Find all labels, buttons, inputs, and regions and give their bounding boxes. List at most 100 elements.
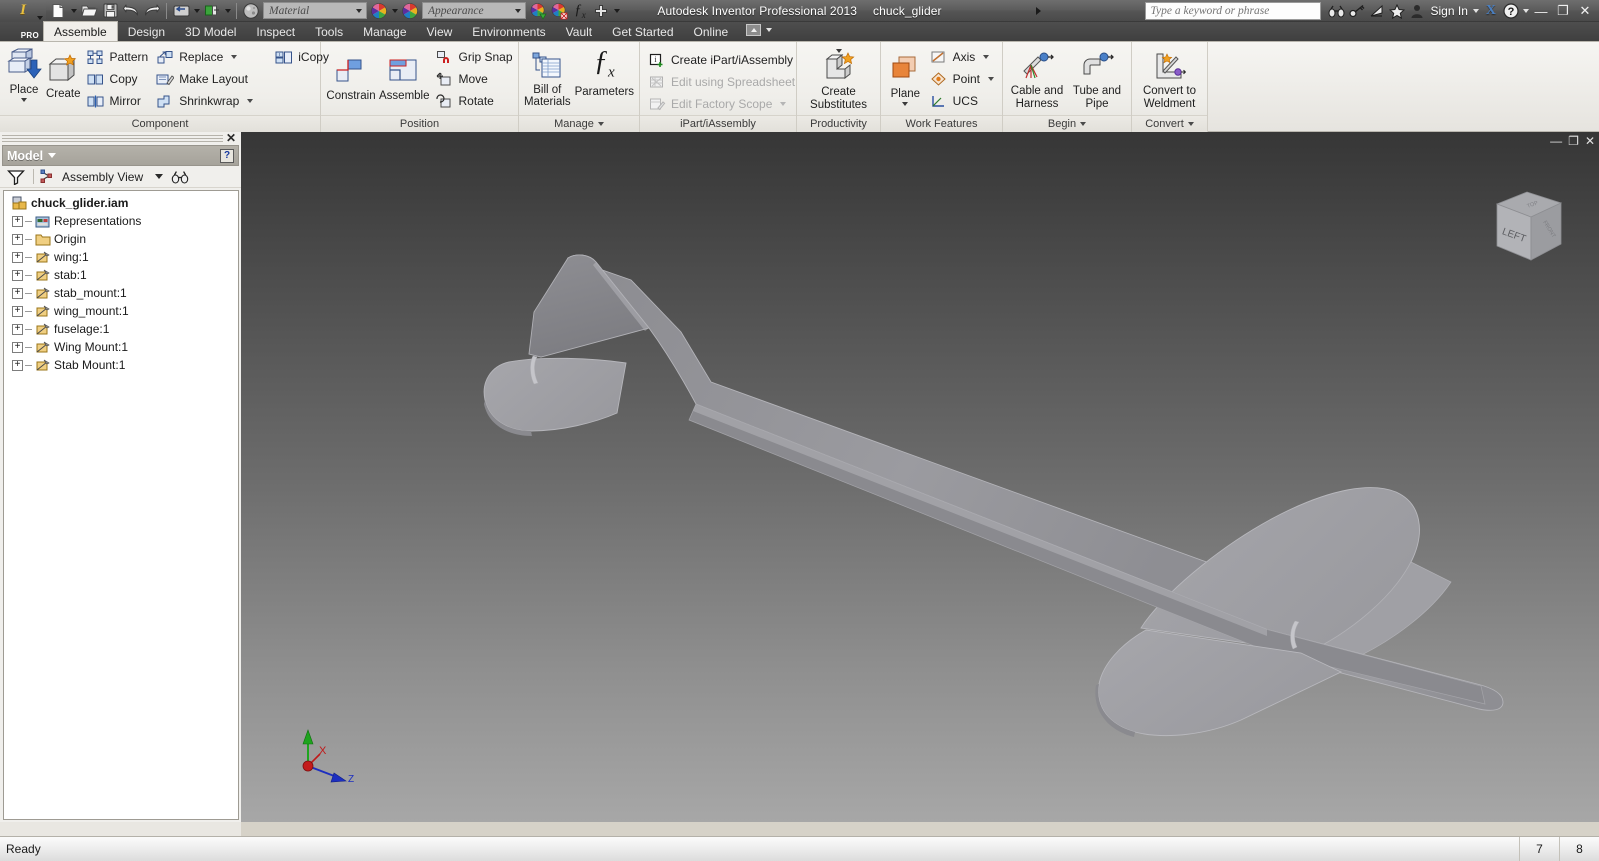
save-icon[interactable] [100, 1, 120, 20]
rotate-button[interactable]: Rotate [432, 90, 517, 112]
3d-viewport[interactable]: — ❐ ✕ LEFT TOP FRONT Z X [241, 132, 1599, 822]
plane-button[interactable]: Plane [885, 45, 926, 106]
assembly-view-selector[interactable]: Assembly View [40, 169, 164, 184]
sign-in-button[interactable]: Sign In [1427, 4, 1472, 18]
tab-3d-model[interactable]: 3D Model [175, 22, 246, 41]
appearance-dropdown[interactable] [390, 1, 399, 20]
star-icon[interactable] [1387, 2, 1407, 21]
chevron-down-icon[interactable] [512, 9, 523, 13]
tree-node-stab-mount-1[interactable]: + stab_mount:1 [4, 284, 238, 302]
quick-access-more-dropdown[interactable] [612, 1, 621, 20]
tab-vault[interactable]: Vault [556, 22, 602, 41]
chevron-down-icon[interactable] [353, 9, 364, 13]
fx-parameters-icon[interactable]: ƒx [570, 1, 590, 20]
parameters-button[interactable]: ƒx Parameters [573, 45, 636, 98]
return-dropdown[interactable] [192, 1, 201, 20]
chevron-down-icon[interactable] [902, 102, 909, 106]
return-icon[interactable] [171, 1, 191, 20]
material-sphere-icon[interactable] [241, 1, 261, 20]
undo-icon[interactable] [121, 1, 141, 20]
axis-button[interactable]: Axis [926, 46, 998, 68]
chevron-down-icon[interactable] [247, 99, 254, 103]
grip-snap-button[interactable]: Grip Snap [432, 46, 517, 68]
place-component-button[interactable]: Place [4, 45, 44, 102]
application-menu-button[interactable]: I [0, 0, 46, 22]
document-restore-button[interactable]: ❐ [1568, 135, 1579, 147]
view-cube[interactable]: LEFT TOP FRONT [1469, 174, 1579, 274]
add-to-quick-access-icon[interactable] [591, 1, 611, 20]
tree-node-origin[interactable]: + Origin [4, 230, 238, 248]
tab-online[interactable]: Online [684, 22, 739, 41]
edit-factory-scope-button[interactable]: Edit Factory Scope [644, 93, 799, 115]
panel-close-button[interactable]: ✕ [223, 132, 239, 144]
move-button[interactable]: Move [432, 68, 517, 90]
appearance-wheel-icon-2[interactable] [400, 1, 420, 20]
create-component-button[interactable]: Create [44, 45, 83, 100]
tab-environments[interactable]: Environments [462, 22, 555, 41]
key-icon[interactable] [1347, 2, 1367, 21]
clear-appearance-icon[interactable] [549, 1, 569, 20]
tab-inspect[interactable]: Inspect [246, 22, 305, 41]
bill-of-materials-button[interactable]: Bill of Materials [522, 45, 573, 108]
expand-icon[interactable]: + [12, 341, 23, 353]
new-document-dropdown[interactable] [69, 1, 78, 20]
mirror-button[interactable]: Mirror [83, 90, 153, 112]
exchange-apps-icon[interactable]: X [1481, 3, 1501, 19]
satellite-dish-icon[interactable] [1367, 2, 1387, 21]
expand-icon[interactable]: + [12, 359, 23, 371]
chevron-down-icon[interactable] [155, 174, 164, 179]
chevron-down-icon[interactable] [37, 15, 43, 20]
chevron-down-icon[interactable] [231, 55, 238, 59]
redo-icon[interactable] [142, 1, 162, 20]
pattern-button[interactable]: Pattern [83, 46, 153, 68]
search-box[interactable] [1144, 2, 1321, 20]
search-input[interactable] [1150, 5, 1320, 17]
panel-grip-row[interactable]: ✕ [0, 132, 241, 145]
chevron-down-icon[interactable] [988, 77, 994, 81]
appearance-wheel-icon[interactable] [369, 1, 389, 20]
tree-node-root[interactable]: chuck_glider.iam [4, 194, 238, 212]
expand-icon[interactable]: + [12, 233, 23, 245]
tube-pipe-button[interactable]: Tube and Pipe [1067, 45, 1127, 111]
axis-triad[interactable]: Z X [286, 724, 356, 786]
tree-node-wing-1[interactable]: + wing:1 [4, 248, 238, 266]
create-ipart-button[interactable]: i Create iPart/iAssembly [644, 49, 799, 71]
tree-node-wing-mount-named[interactable]: + Wing Mount:1 [4, 338, 238, 356]
chevron-down-icon[interactable] [1080, 122, 1087, 126]
filter-funnel-icon[interactable] [5, 169, 27, 185]
glider-model[interactable] [241, 132, 1599, 822]
tab-get-started[interactable]: Get Started [602, 22, 683, 41]
chevron-down-icon[interactable] [835, 49, 842, 53]
expand-icon[interactable]: + [12, 287, 23, 299]
tab-manage[interactable]: Manage [353, 22, 416, 41]
make-layout-button[interactable]: Make Layout [152, 68, 257, 90]
window-close-button[interactable]: ✕ [1574, 1, 1596, 21]
tab-view[interactable]: View [417, 22, 463, 41]
chevron-down-icon[interactable] [597, 122, 604, 126]
sign-in-dropdown[interactable] [1472, 2, 1481, 21]
tree-node-stab-1[interactable]: + stab:1 [4, 266, 238, 284]
copy-button[interactable]: Copy [83, 68, 153, 90]
tree-node-fuselage-1[interactable]: + fuselage:1 [4, 320, 238, 338]
convert-weldment-button[interactable]: Convert to Weldment [1136, 45, 1203, 111]
constrain-button[interactable]: Constrain [325, 45, 377, 102]
update-icon[interactable] [202, 1, 222, 20]
title-expand-arrow-icon[interactable] [1036, 0, 1041, 22]
model-tree[interactable]: chuck_glider.iam + Representations + Ori… [3, 190, 239, 820]
expand-icon[interactable]: + [12, 323, 23, 335]
cable-harness-button[interactable]: Cable and Harness [1007, 45, 1067, 111]
drag-grip-icon[interactable] [2, 134, 223, 143]
assemble-button[interactable]: Assemble [377, 45, 432, 102]
binoculars-icon[interactable] [1327, 2, 1347, 21]
chevron-down-icon[interactable] [21, 98, 27, 102]
create-substitutes-button[interactable]: Create Substitutes [802, 45, 876, 112]
ribbon-display-options[interactable] [746, 20, 773, 41]
help-dropdown[interactable] [1521, 2, 1530, 21]
document-minimize-button[interactable]: — [1550, 135, 1562, 147]
chevron-down-icon[interactable] [983, 55, 990, 59]
window-restore-button[interactable]: ❐ [1552, 1, 1574, 21]
open-folder-icon[interactable] [79, 1, 99, 20]
expand-icon[interactable]: + [12, 251, 23, 263]
shrinkwrap-button[interactable]: Shrinkwrap [152, 90, 257, 112]
point-button[interactable]: Point [926, 68, 998, 90]
